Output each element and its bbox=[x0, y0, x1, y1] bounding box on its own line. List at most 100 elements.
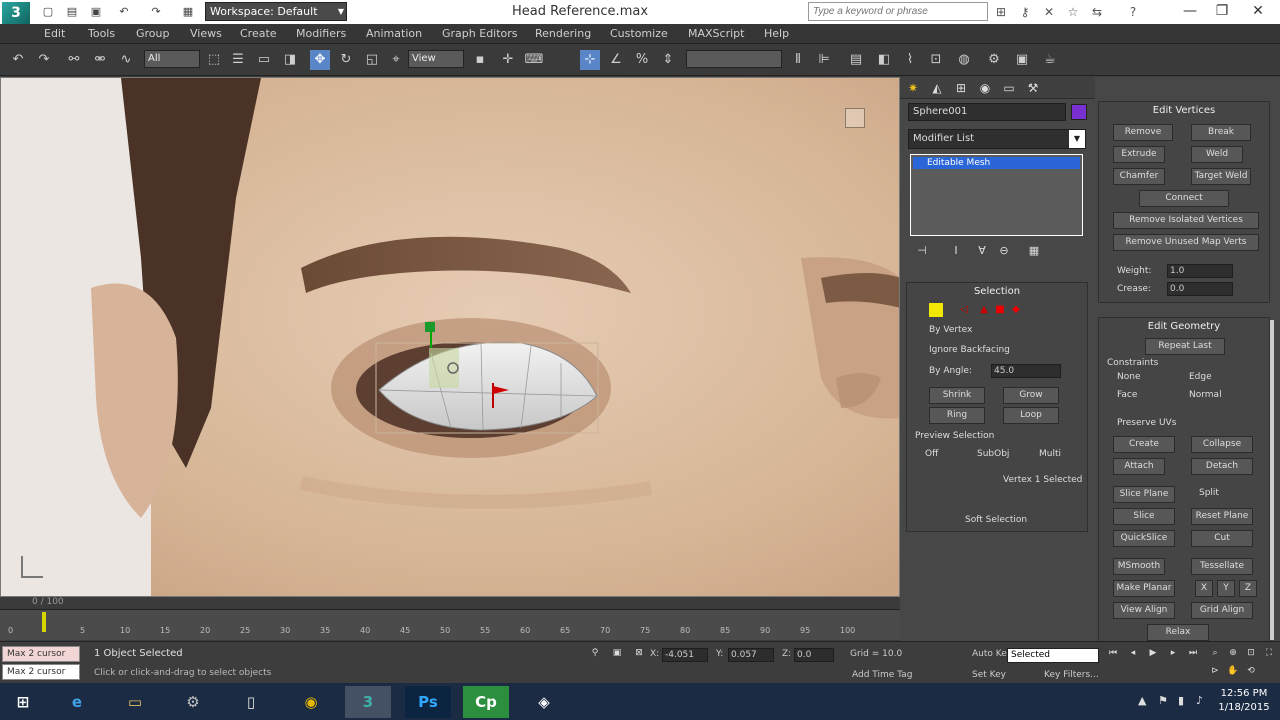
open-file-icon[interactable]: ▤ bbox=[64, 4, 80, 19]
attach-button[interactable]: Attach bbox=[1113, 458, 1165, 475]
star-icon[interactable]: ☆ bbox=[1064, 3, 1082, 21]
zoom-icon[interactable]: ⌕ bbox=[1208, 648, 1222, 662]
play-icon[interactable]: ▶ bbox=[1146, 648, 1160, 662]
constraint-normal-radio[interactable]: Normal bbox=[1189, 390, 1222, 400]
select-manipulate-icon[interactable]: ✛ bbox=[498, 50, 518, 70]
reset-plane-button[interactable]: Reset Plane bbox=[1191, 508, 1253, 525]
constraint-edge-radio[interactable]: Edge bbox=[1189, 372, 1212, 382]
menu-graph-editors[interactable]: Graph Editors bbox=[442, 27, 518, 40]
msmooth-button[interactable]: MSmooth bbox=[1113, 558, 1165, 575]
edge-mode-icon[interactable]: ◁ bbox=[957, 303, 971, 317]
control-panel-icon[interactable]: ⚙ bbox=[170, 686, 216, 718]
schematic-view-icon[interactable]: ⊡ bbox=[926, 50, 946, 70]
motion-tab-icon[interactable]: ◉ bbox=[976, 79, 994, 97]
z-coordinate-field[interactable]: 0.0 bbox=[794, 648, 834, 662]
x-coordinate-field[interactable]: -4.051 bbox=[662, 648, 708, 662]
create-button[interactable]: Create bbox=[1113, 436, 1175, 453]
help-icon[interactable]: ? bbox=[1124, 3, 1142, 21]
place-icon[interactable]: ⌖ bbox=[386, 50, 406, 70]
3ds-max-taskbar-icon[interactable]: 3 bbox=[345, 686, 391, 718]
goto-end-icon[interactable]: ⏭ bbox=[1186, 648, 1200, 662]
element-mode-icon[interactable]: ◆ bbox=[1009, 303, 1023, 317]
file-explorer-icon[interactable]: ▭ bbox=[112, 686, 158, 718]
create-tab-icon[interactable]: ✷ bbox=[904, 79, 922, 97]
loop-button[interactable]: Loop bbox=[1003, 407, 1059, 424]
unlink-icon[interactable]: ⚮ bbox=[90, 50, 110, 70]
menu-maxscript[interactable]: MAXScript bbox=[688, 27, 744, 40]
preview-subobj-radio[interactable]: SubObj bbox=[977, 449, 1009, 459]
render-production-icon[interactable]: ☕ bbox=[1040, 50, 1060, 70]
menu-modifiers[interactable]: Modifiers bbox=[296, 27, 346, 40]
spinner-snap-icon[interactable]: ⇕ bbox=[658, 50, 678, 70]
constraint-none-radio[interactable]: None bbox=[1117, 372, 1140, 382]
split-checkbox[interactable]: Split bbox=[1199, 488, 1219, 498]
object-color-swatch[interactable] bbox=[1071, 104, 1087, 120]
face-mode-icon[interactable]: ▲ bbox=[977, 303, 991, 317]
mirror-icon[interactable]: ⫴ bbox=[788, 50, 808, 70]
redo-quick-icon[interactable]: ↷ bbox=[148, 4, 164, 19]
remove-modifier-icon[interactable]: ⊖ bbox=[996, 244, 1012, 260]
undo-icon[interactable]: ↶ bbox=[8, 50, 28, 70]
quickslice-button[interactable]: QuickSlice bbox=[1113, 530, 1175, 547]
target-weld-button[interactable]: Target Weld bbox=[1191, 168, 1251, 185]
tray-arrow-icon[interactable]: ▲ bbox=[1138, 694, 1146, 707]
undo-quick-icon[interactable]: ↶ bbox=[116, 4, 132, 19]
relax-button[interactable]: Relax bbox=[1147, 624, 1209, 641]
remove-unused-map-verts-button[interactable]: Remove Unused Map Verts bbox=[1113, 234, 1259, 251]
select-by-name-icon[interactable]: ☰ bbox=[228, 50, 248, 70]
field-of-view-icon[interactable]: ⊳ bbox=[1208, 666, 1222, 680]
edit-geometry-title[interactable]: Edit Geometry bbox=[1099, 321, 1269, 332]
planar-z-button[interactable]: Z bbox=[1239, 580, 1257, 597]
project-folder-icon[interactable]: ▦ bbox=[180, 4, 196, 19]
viewcube-icon[interactable] bbox=[845, 108, 865, 128]
menu-rendering[interactable]: Rendering bbox=[535, 27, 591, 40]
select-object-icon[interactable]: ⬚ bbox=[204, 50, 224, 70]
connect-icon[interactable]: ✕ bbox=[1040, 3, 1058, 21]
collapse-button[interactable]: Collapse bbox=[1191, 436, 1253, 453]
viewport-perspective[interactable] bbox=[0, 77, 900, 597]
angle-snap-icon[interactable]: ∠ bbox=[606, 50, 626, 70]
binoculars-icon[interactable]: ⊞ bbox=[992, 3, 1010, 21]
material-editor-icon[interactable]: ◍ bbox=[954, 50, 974, 70]
graphite-toggle-icon[interactable]: ◧ bbox=[874, 50, 894, 70]
time-slider[interactable]: 0 / 100 bbox=[0, 597, 900, 610]
system-clock[interactable]: 12:56 PM 1/18/2015 bbox=[1210, 687, 1278, 715]
flag-icon[interactable]: ⚑ bbox=[1158, 694, 1168, 707]
set-key-button[interactable]: Set Key bbox=[972, 670, 1006, 680]
menu-edit[interactable]: Edit bbox=[44, 27, 65, 40]
preview-multi-radio[interactable]: Multi bbox=[1039, 449, 1061, 459]
stack-item-editable-mesh[interactable]: Editable Mesh bbox=[913, 157, 1080, 169]
slice-button[interactable]: Slice bbox=[1113, 508, 1175, 525]
reference-coord-dropdown[interactable]: View bbox=[408, 50, 464, 68]
redo-icon[interactable]: ↷ bbox=[34, 50, 54, 70]
display-tab-icon[interactable]: ▭ bbox=[1000, 79, 1018, 97]
modifier-list-dropdown[interactable]: Modifier List ▼ bbox=[908, 129, 1086, 149]
maxscript-listener-mini[interactable]: Max 2 cursor bbox=[2, 646, 80, 662]
by-vertex-label[interactable]: By Vertex bbox=[929, 325, 972, 335]
internet-explorer-icon[interactable]: e bbox=[54, 686, 100, 718]
key-filters-button[interactable]: Key Filters... bbox=[1044, 670, 1099, 680]
configure-sets-icon[interactable]: ▦ bbox=[1026, 244, 1042, 260]
planar-x-button[interactable]: X bbox=[1195, 580, 1213, 597]
remove-button[interactable]: Remove bbox=[1113, 124, 1173, 141]
volume-icon[interactable]: ♪ bbox=[1196, 694, 1203, 707]
pan-view-icon[interactable]: ✋ bbox=[1226, 666, 1240, 680]
named-selection-set-dropdown[interactable] bbox=[686, 50, 782, 68]
render-setup-icon[interactable]: ⚙ bbox=[984, 50, 1004, 70]
app-logo-icon[interactable]: 3 bbox=[2, 2, 30, 24]
align-icon[interactable]: ⊫ bbox=[814, 50, 834, 70]
chamfer-button[interactable]: Chamfer bbox=[1113, 168, 1165, 185]
chrome-icon[interactable]: ◉ bbox=[288, 686, 334, 718]
view-align-button[interactable]: View Align bbox=[1113, 602, 1175, 619]
grid-align-button[interactable]: Grid Align bbox=[1191, 602, 1253, 619]
isolate-icon[interactable]: ▣ bbox=[610, 648, 624, 662]
shrink-button[interactable]: Shrink bbox=[929, 387, 985, 404]
menu-tools[interactable]: Tools bbox=[88, 27, 115, 40]
object-name-field[interactable]: Sphere001 bbox=[908, 103, 1066, 121]
polygon-mode-icon[interactable]: ■ bbox=[993, 303, 1007, 317]
windows-start-icon[interactable]: ⊞ bbox=[0, 686, 46, 718]
absolute-mode-icon[interactable]: ⊠ bbox=[632, 648, 646, 662]
window-crossing-icon[interactable]: ◨ bbox=[280, 50, 300, 70]
hierarchy-tab-icon[interactable]: ⊞ bbox=[952, 79, 970, 97]
menu-help[interactable]: Help bbox=[764, 27, 789, 40]
